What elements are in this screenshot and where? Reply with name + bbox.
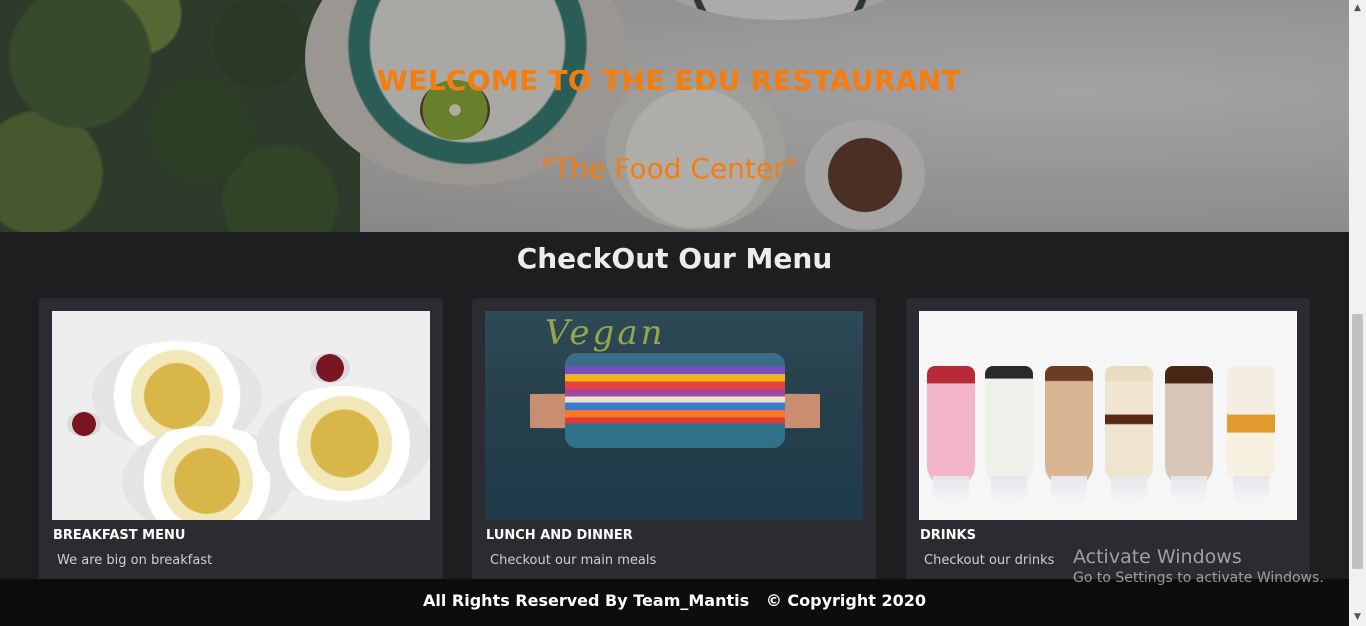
footer-copyright: All Rights Reserved By Team_Mantis © Cop… — [423, 591, 926, 610]
menu-heading: CheckOut Our Menu — [516, 242, 833, 275]
hero-title: WELCOME TO THE EDU RESTAURANT — [377, 64, 961, 97]
scroll-up-icon[interactable]: ▲ — [1349, 0, 1366, 17]
scroll-thumb[interactable] — [1352, 314, 1363, 569]
drinks-image — [919, 311, 1297, 520]
breakfast-card-description: We are big on breakfast — [57, 553, 213, 568]
breakfast-card-title: BREAKFAST MENU — [53, 528, 186, 543]
scroll-down-icon[interactable]: ▼ — [1349, 609, 1366, 626]
hero-banner: WELCOME TO THE EDU RESTAURANT "The Food … — [0, 0, 1349, 232]
lunch-dinner-card-description: Checkout our main meals — [490, 553, 657, 568]
page-scrollbar[interactable]: ▲ ▼ — [1349, 0, 1366, 626]
menu-card-breakfast[interactable]: BREAKFAST MENU We are big on breakfast — [39, 298, 443, 598]
lunch-dinner-image: Vegan — [485, 311, 863, 520]
hero-overlay — [0, 0, 1349, 232]
activate-windows-hint: Go to Settings to activate Windows. — [1073, 570, 1324, 586]
lunch-dinner-card-title: LUNCH AND DINNER — [486, 528, 633, 543]
drinks-card-title: DRINKS — [920, 528, 976, 543]
activate-windows-title: Activate Windows — [1073, 546, 1242, 568]
breakfast-image — [52, 311, 430, 520]
hero-subtitle: "The Food Center" — [540, 152, 798, 185]
windows-activation-watermark: Activate Windows Go to Settings to activ… — [1073, 546, 1324, 586]
menu-card-lunch-dinner[interactable]: Vegan LUNCH AND DINNER Checkout our main… — [472, 298, 876, 598]
footer: All Rights Reserved By Team_Mantis © Cop… — [0, 579, 1349, 626]
drinks-card-description: Checkout our drinks — [924, 553, 1055, 568]
